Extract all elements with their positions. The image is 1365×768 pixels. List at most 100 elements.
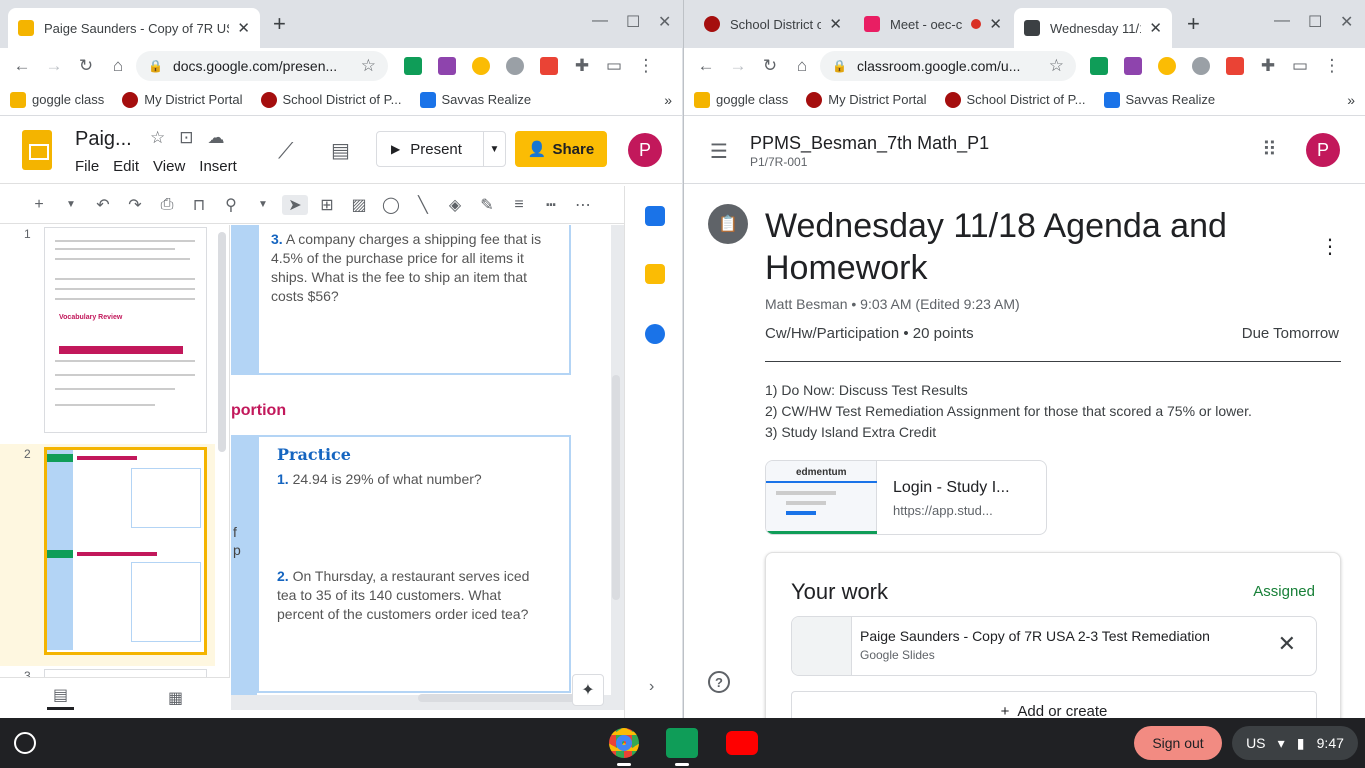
sheets-extension-icon[interactable] xyxy=(404,57,422,75)
forward-icon[interactable]: → xyxy=(40,52,68,80)
bookmark-savvas[interactable]: Savvas Realize xyxy=(1103,91,1215,108)
puzzle-extensions-icon[interactable]: ✚ xyxy=(568,52,596,80)
chrome-app-icon[interactable] xyxy=(609,728,639,758)
puzzle-extensions-icon[interactable]: ✚ xyxy=(1254,52,1282,80)
bookmark-school-district[interactable]: School District of P... xyxy=(260,91,402,108)
b-extension-icon[interactable] xyxy=(1124,57,1142,75)
calendar-icon[interactable] xyxy=(645,206,665,226)
monkey-extension-icon[interactable] xyxy=(506,57,524,75)
home-icon[interactable]: ⌂ xyxy=(104,52,132,80)
class-name[interactable]: PPMS_Besman_7th Math_P1 xyxy=(750,133,989,154)
reload-icon[interactable]: ↻ xyxy=(72,52,100,80)
comment-icon[interactable]: ▤ xyxy=(331,138,350,163)
bookmark-goggle-class[interactable]: goggle class xyxy=(694,91,788,108)
slide-thumbnail-3[interactable] xyxy=(44,669,207,677)
google-apps-icon[interactable]: ⠿ xyxy=(1262,137,1277,162)
hand-extension-icon[interactable] xyxy=(472,57,490,75)
canvas-scrollbar[interactable] xyxy=(612,375,620,600)
menu-insert[interactable]: Insert xyxy=(199,158,237,175)
new-tab-icon[interactable]: + xyxy=(273,12,286,36)
badge-extension-icon[interactable] xyxy=(540,57,558,75)
menu-view[interactable]: View xyxy=(153,158,185,175)
sheets-extension-icon[interactable] xyxy=(1090,57,1108,75)
move-folder-icon[interactable]: ⊡ xyxy=(179,128,193,148)
print-icon[interactable]: ⎙ xyxy=(154,196,180,214)
tab-classroom[interactable]: Wednesday 11/1 ✕ xyxy=(1014,8,1172,48)
menu-file[interactable]: File xyxy=(75,158,99,175)
classroom-app-icon[interactable] xyxy=(666,728,698,758)
home-icon[interactable]: ⌂ xyxy=(788,52,816,80)
youtube-app-icon[interactable] xyxy=(726,731,758,755)
add-or-create-button[interactable]: + Add or create xyxy=(791,691,1317,718)
hand-extension-icon[interactable] xyxy=(1158,57,1176,75)
reload-icon[interactable]: ↻ xyxy=(756,52,784,80)
tab-meet[interactable]: Meet - oec-c ✕ xyxy=(854,8,1012,40)
cast-icon[interactable]: ▭ xyxy=(1286,52,1314,80)
document-title[interactable]: Paig... xyxy=(75,128,132,151)
border-color-icon[interactable]: ✎ xyxy=(474,195,500,215)
tab-school-district[interactable]: School District o ✕ xyxy=(694,8,852,40)
close-window-icon[interactable]: ✕ xyxy=(1340,12,1353,32)
zoom-icon[interactable]: ⚲ xyxy=(218,195,244,215)
share-button[interactable]: 👤 Share xyxy=(515,131,607,167)
zoom-dropdown-icon[interactable]: ▼ xyxy=(250,199,276,210)
address-bar[interactable]: 🔒 classroom.google.com/u... ☆ xyxy=(820,51,1076,81)
filmstrip-view-icon[interactable]: ▤ xyxy=(46,685,75,710)
bookmark-savvas[interactable]: Savvas Realize xyxy=(419,91,531,108)
remove-file-icon[interactable]: ✕ xyxy=(1278,631,1296,657)
cloud-status-icon[interactable]: ☁ xyxy=(208,128,225,148)
grid-view-icon[interactable]: ▦ xyxy=(168,688,183,708)
text-box-icon[interactable]: ⊞ xyxy=(314,195,340,215)
fill-color-icon[interactable]: ◈ xyxy=(442,195,468,215)
present-button[interactable]: ▶ Present ▼ xyxy=(376,131,506,167)
menu-edit[interactable]: Edit xyxy=(113,158,139,175)
tasks-icon[interactable] xyxy=(645,324,665,344)
image-icon[interactable]: ▨ xyxy=(346,195,372,215)
slides-logo-icon[interactable] xyxy=(22,130,52,170)
select-cursor-icon[interactable]: ➤ xyxy=(282,194,308,215)
more-options-icon[interactable]: ⋯ xyxy=(570,195,596,215)
bookmarks-overflow-icon[interactable]: » xyxy=(1347,92,1355,108)
border-dash-icon[interactable]: ┅ xyxy=(538,195,564,215)
minimize-icon[interactable]: — xyxy=(1274,12,1290,30)
activity-trend-icon[interactable]: ⟋ xyxy=(278,138,293,164)
shape-icon[interactable]: ◯ xyxy=(378,195,404,215)
status-tray[interactable]: US ▾ ▮ 9:47 xyxy=(1232,726,1358,760)
slide-thumbnail-2[interactable] xyxy=(44,447,207,655)
tab-close-icon[interactable]: ✕ xyxy=(1149,19,1162,37)
launcher-icon[interactable] xyxy=(14,732,36,754)
account-avatar[interactable]: P xyxy=(1306,133,1340,167)
more-options-icon[interactable]: ⋮ xyxy=(1320,234,1340,259)
work-file-attachment[interactable]: Paige Saunders - Copy of 7R USA 2-3 Test… xyxy=(791,616,1317,676)
help-icon[interactable]: ? xyxy=(708,671,730,693)
bookmark-star-icon[interactable]: ☆ xyxy=(361,56,376,76)
address-bar[interactable]: 🔒 docs.google.com/presen... ☆ xyxy=(136,51,388,81)
present-dropdown-icon[interactable]: ▼ xyxy=(483,132,505,166)
bookmark-district-portal[interactable]: My District Portal xyxy=(122,91,243,108)
tab-close-icon[interactable]: ✕ xyxy=(989,15,1002,33)
bookmark-district-portal[interactable]: My District Portal xyxy=(806,91,927,108)
border-weight-icon[interactable]: ≡ xyxy=(506,196,532,214)
badge-extension-icon[interactable] xyxy=(1226,57,1244,75)
new-tab-icon[interactable]: + xyxy=(1187,12,1200,36)
bookmarks-overflow-icon[interactable]: » xyxy=(664,92,672,108)
monkey-extension-icon[interactable] xyxy=(1192,57,1210,75)
line-icon[interactable]: ╲ xyxy=(410,195,436,215)
star-icon[interactable]: ☆ xyxy=(150,128,165,148)
bookmark-school-district[interactable]: School District of P... xyxy=(944,91,1086,108)
new-slide-icon[interactable]: + xyxy=(26,196,52,214)
back-icon[interactable]: ← xyxy=(8,52,36,80)
slide-thumbnail-1[interactable]: Vocabulary Review xyxy=(44,227,207,433)
tab-close-icon[interactable]: ✕ xyxy=(237,19,250,37)
maximize-icon[interactable]: ☐ xyxy=(1308,12,1322,32)
hamburger-menu-icon[interactable]: ☰ xyxy=(710,139,728,164)
maximize-icon[interactable]: ☐ xyxy=(626,12,640,32)
paint-format-icon[interactable]: ⊓ xyxy=(186,195,212,215)
study-island-attachment[interactable]: edmentum Login - Study I... https://app.… xyxy=(765,460,1047,535)
bookmark-star-icon[interactable]: ☆ xyxy=(1049,56,1064,76)
bookmark-goggle-class[interactable]: goggle class xyxy=(10,91,104,108)
cast-icon[interactable]: ▭ xyxy=(600,52,628,80)
account-avatar[interactable]: P xyxy=(628,133,662,167)
keep-icon[interactable] xyxy=(645,264,665,284)
chrome-menu-icon[interactable]: ⋮ xyxy=(1318,52,1346,80)
